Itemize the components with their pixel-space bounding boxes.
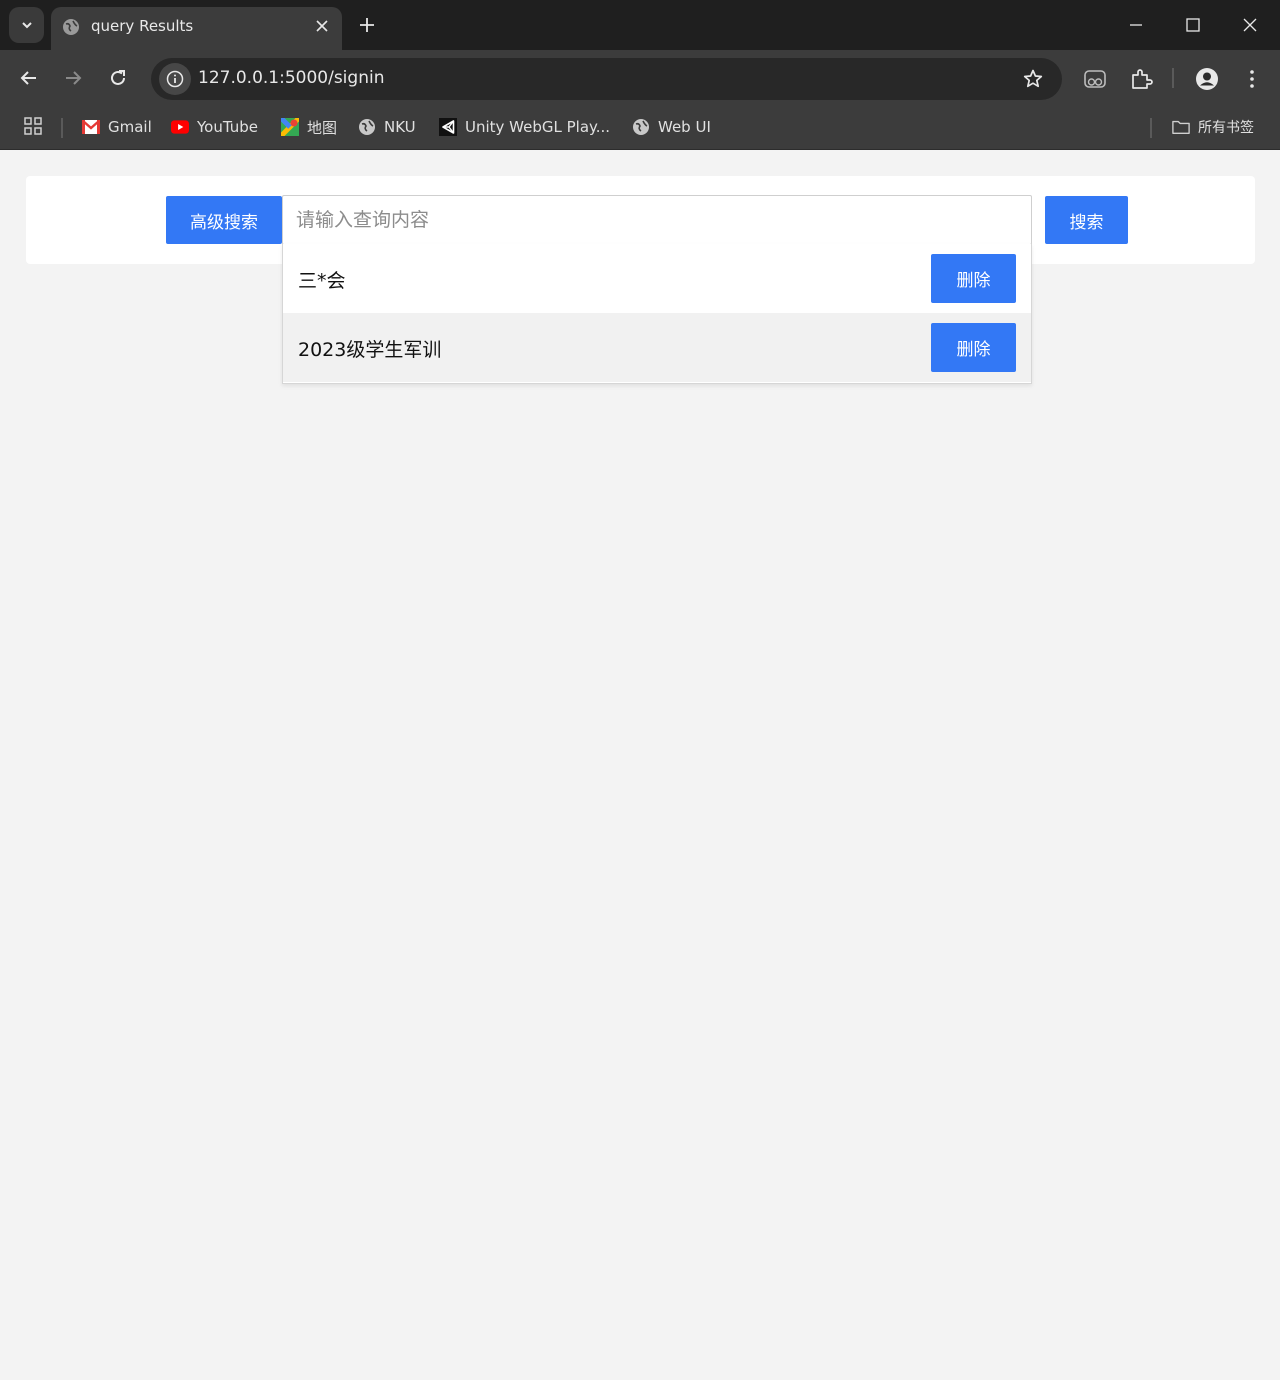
bookmark-nku[interactable]: NKU (358, 115, 416, 139)
browser-tab-bar: query Results (0, 0, 1280, 50)
tab-search-button[interactable] (9, 7, 44, 43)
new-tab-plus-icon[interactable] (356, 14, 378, 36)
history-item[interactable]: 2023级学生军训 删除 (283, 313, 1031, 382)
reload-icon[interactable] (107, 67, 129, 89)
forward-arrow-icon[interactable] (62, 67, 84, 89)
youtube-icon (171, 118, 189, 136)
url-text[interactable]: 127.0.0.1:5000/signin (198, 68, 384, 88)
info-icon (166, 70, 184, 88)
bookmarks-bar: Gmail YouTube 地图 NKU Unity WebGL Play...… (0, 106, 1280, 150)
bookmark-star-icon[interactable] (1022, 68, 1044, 90)
tab-title: query Results (91, 17, 194, 35)
bookmark-youtube[interactable]: YouTube (171, 115, 258, 139)
history-item-text[interactable]: 三*会 (298, 266, 346, 293)
menu-kebab-icon[interactable] (1240, 67, 1264, 91)
search-input[interactable] (282, 195, 1032, 245)
back-arrow-icon[interactable] (18, 67, 40, 89)
reading-mode-icon[interactable] (1083, 67, 1107, 91)
toolbar-divider (1172, 68, 1174, 88)
search-history-dropdown: 三*会 删除 2023级学生军训 删除 (282, 244, 1032, 384)
page-content: 高级搜索 搜索 三*会 删除 2023级学生军训 删除 (0, 151, 1280, 1380)
unity-icon (439, 118, 457, 136)
search-button[interactable]: 搜索 (1045, 196, 1128, 244)
close-icon[interactable] (313, 17, 331, 35)
maps-icon (281, 118, 299, 136)
folder-icon (1172, 118, 1190, 136)
chevron-down-icon (21, 22, 32, 29)
advanced-search-button[interactable]: 高级搜索 (166, 196, 282, 244)
all-bookmarks-folder[interactable]: 所有书签 (1172, 115, 1254, 139)
address-bar[interactable]: 127.0.0.1:5000/signin (151, 58, 1062, 100)
bookmark-unity-webgl[interactable]: Unity WebGL Play... (439, 115, 610, 139)
bookmarks-divider (61, 118, 63, 138)
maximize-icon[interactable] (1183, 15, 1203, 35)
apps-grid-icon[interactable] (24, 117, 43, 136)
globe-icon (358, 118, 376, 136)
globe-icon (63, 19, 79, 35)
site-info-button[interactable] (159, 63, 191, 95)
bookmark-gmail[interactable]: Gmail (82, 115, 152, 139)
gmail-icon (82, 118, 100, 136)
browser-toolbar: 127.0.0.1:5000/signin (0, 50, 1280, 106)
minimize-icon[interactable] (1126, 15, 1146, 35)
extensions-puzzle-icon[interactable] (1129, 67, 1153, 91)
delete-history-button[interactable]: 删除 (931, 254, 1016, 303)
browser-tab-active[interactable]: query Results (51, 7, 342, 50)
delete-history-button[interactable]: 删除 (931, 323, 1016, 372)
bookmark-maps[interactable]: 地图 (281, 115, 337, 139)
globe-icon (632, 118, 650, 136)
history-item[interactable]: 三*会 删除 (283, 244, 1031, 313)
profile-avatar-icon[interactable] (1195, 67, 1219, 91)
window-close-icon[interactable] (1240, 15, 1260, 35)
history-item-text[interactable]: 2023级学生军训 (298, 335, 441, 362)
bookmarks-divider (1150, 118, 1152, 138)
bookmark-web-ui[interactable]: Web UI (632, 115, 711, 139)
